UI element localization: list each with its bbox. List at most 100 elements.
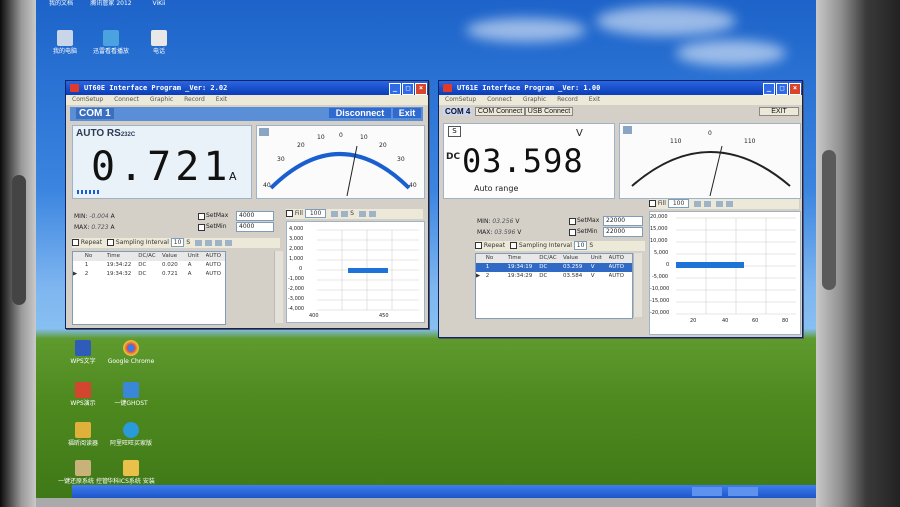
- player-icon: [103, 30, 119, 46]
- setmax-field[interactable]: 22000: [603, 216, 643, 226]
- minimize-button[interactable]: _: [389, 83, 401, 95]
- save-file-icon[interactable]: [205, 239, 213, 246]
- reading-unit: A: [229, 170, 237, 183]
- min-readout: MIN: 03.256 V: [477, 218, 520, 225]
- fill-checkbox[interactable]: [286, 210, 293, 217]
- maximize-button[interactable]: □: [402, 83, 414, 95]
- close-button[interactable]: ×: [789, 83, 801, 95]
- col-header-dcac[interactable]: DC/AC: [539, 254, 561, 263]
- table-row[interactable]: 1 19:34:22 DC 0.020 A AUTO: [73, 261, 225, 270]
- repeat-checkbox[interactable]: [72, 239, 79, 246]
- desktop-label-vikii[interactable]: ViKii: [134, 0, 184, 7]
- col-header-time[interactable]: Time: [107, 252, 137, 261]
- col-header-value[interactable]: Value: [162, 252, 186, 261]
- desktop-label-documents[interactable]: 我的文档: [36, 0, 86, 7]
- record-toolbar: Repeat Sampling Interval 10 S: [72, 238, 280, 248]
- exit-button[interactable]: EXIT: [759, 107, 799, 116]
- col-header-no[interactable]: No: [85, 252, 105, 261]
- menu-graphic[interactable]: Graphic: [523, 96, 546, 103]
- gauge-tick: 110: [670, 138, 682, 145]
- setmin-field[interactable]: 22000: [603, 227, 643, 237]
- menu-exit[interactable]: Exit: [589, 96, 600, 103]
- menu-connect[interactable]: Connect: [487, 96, 512, 103]
- menu-record[interactable]: Record: [557, 96, 578, 103]
- col-header-auto[interactable]: AUTO: [609, 254, 629, 263]
- desktop-icon-ghost[interactable]: 一键GHOST: [106, 382, 156, 407]
- chart-first-icon[interactable]: [694, 200, 702, 207]
- gauge-tick: 30: [277, 156, 285, 163]
- chart-next-icon[interactable]: [716, 200, 724, 207]
- restore-icon: [75, 460, 91, 476]
- table-scrollbar[interactable]: [274, 251, 283, 323]
- menu-record[interactable]: Record: [184, 96, 205, 103]
- y-tick: -3,000: [288, 296, 305, 302]
- menu-connect[interactable]: Connect: [114, 96, 139, 103]
- chart-prev-icon[interactable]: [341, 210, 349, 217]
- col-header-value[interactable]: Value: [563, 254, 589, 263]
- table-row[interactable]: ▶ 2 19:34:32 DC 0.721 A AUTO: [73, 270, 225, 279]
- sampling-interval-field[interactable]: 10: [573, 241, 588, 250]
- setmax-field[interactable]: 4000: [236, 211, 274, 221]
- menu-comsetup[interactable]: ComSetup: [72, 96, 103, 103]
- fill-checkbox[interactable]: [649, 200, 656, 207]
- table-row[interactable]: 1 19:34:19 DC 03.259 V AUTO: [476, 263, 632, 272]
- desktop-icon-player[interactable]: 迅雷看看播放: [86, 30, 136, 55]
- app-icon: [443, 84, 452, 92]
- desktop-icon-phone[interactable]: 电话: [134, 30, 184, 55]
- col-header-time[interactable]: Time: [508, 254, 538, 263]
- maximize-button[interactable]: □: [776, 83, 788, 95]
- disconnect-button[interactable]: Disconnect: [329, 108, 391, 118]
- chart-prev-icon[interactable]: [704, 200, 712, 207]
- zoom-icon[interactable]: [368, 210, 376, 217]
- ut61e-titlebar[interactable]: UT61E Interface Program _Ver: 1.00 _ □ ×: [439, 81, 802, 95]
- sampling-checkbox[interactable]: [106, 239, 114, 246]
- close-button[interactable]: ×: [415, 83, 427, 95]
- print-icon[interactable]: [215, 239, 223, 246]
- table-row[interactable]: ▶ 2 19:34:29 DC 03.584 V AUTO: [476, 272, 632, 281]
- setmin-field[interactable]: 4000: [236, 222, 274, 232]
- setmax-checkbox[interactable]: [198, 213, 205, 220]
- col-header-dcac[interactable]: DC/AC: [138, 252, 160, 261]
- desktop-icon-reader[interactable]: 福昕阅读器: [58, 422, 108, 447]
- zoom-icon[interactable]: [726, 200, 734, 207]
- setmax-checkbox[interactable]: [569, 218, 576, 225]
- sampling-interval-field[interactable]: 10: [170, 238, 185, 247]
- desktop-icon-wangwang[interactable]: 阿里旺旺买家版: [106, 422, 156, 447]
- desktop-icon-wps-present[interactable]: WPS演示: [58, 382, 108, 407]
- gauge-tick: 20: [379, 142, 387, 149]
- minimize-button[interactable]: _: [763, 83, 775, 95]
- setmin-checkbox[interactable]: [198, 224, 205, 231]
- window-title: UT61E Interface Program _Ver: 1.00: [457, 84, 601, 92]
- table-scrollbar[interactable]: [633, 253, 642, 317]
- menu-comsetup[interactable]: ComSetup: [445, 96, 476, 103]
- copy-icon[interactable]: [225, 239, 233, 246]
- repeat-checkbox[interactable]: [475, 242, 482, 249]
- com-connect-button[interactable]: COM Connect: [475, 107, 525, 116]
- exit-button[interactable]: Exit: [393, 108, 421, 118]
- menu-graphic[interactable]: Graphic: [150, 96, 173, 103]
- col-header-auto[interactable]: AUTO: [206, 252, 226, 261]
- usb-connect-button[interactable]: USB Connect: [525, 107, 573, 116]
- chart-points-field[interactable]: 100: [304, 209, 327, 218]
- ut60e-titlebar[interactable]: UT60E Interface Program _Ver: 2.02 _ □ ×: [66, 81, 428, 95]
- col-header-unit[interactable]: Unit: [188, 252, 204, 261]
- gauge-tick: 30: [397, 156, 405, 163]
- sampling-checkbox[interactable]: [509, 242, 517, 249]
- chart-toolbar: Fill 100: [649, 199, 799, 209]
- repeat-label: Repeat: [80, 239, 103, 246]
- chart-next-icon[interactable]: [358, 210, 366, 217]
- chart-points-field[interactable]: 100: [667, 199, 690, 208]
- desktop-icon-my-computer[interactable]: 我的电脑: [40, 30, 90, 55]
- chart-first-icon[interactable]: [331, 210, 339, 217]
- col-header-unit[interactable]: Unit: [591, 254, 607, 263]
- desktop-label-tencent[interactable]: 腾讯管家 2012: [86, 0, 136, 7]
- desktop-icon-wps-writer[interactable]: WPS文字: [58, 340, 108, 365]
- col-header-no[interactable]: No: [486, 254, 506, 263]
- taskbar-button[interactable]: [728, 487, 758, 496]
- desktop-icon-chrome[interactable]: Google Chrome: [106, 340, 156, 365]
- open-file-icon[interactable]: [195, 239, 203, 246]
- desktop-icon-restore[interactable]: 一键还原系统 控管: [58, 460, 108, 485]
- taskbar-button[interactable]: [692, 487, 722, 496]
- menu-exit[interactable]: Exit: [216, 96, 227, 103]
- setmin-checkbox[interactable]: [569, 229, 576, 236]
